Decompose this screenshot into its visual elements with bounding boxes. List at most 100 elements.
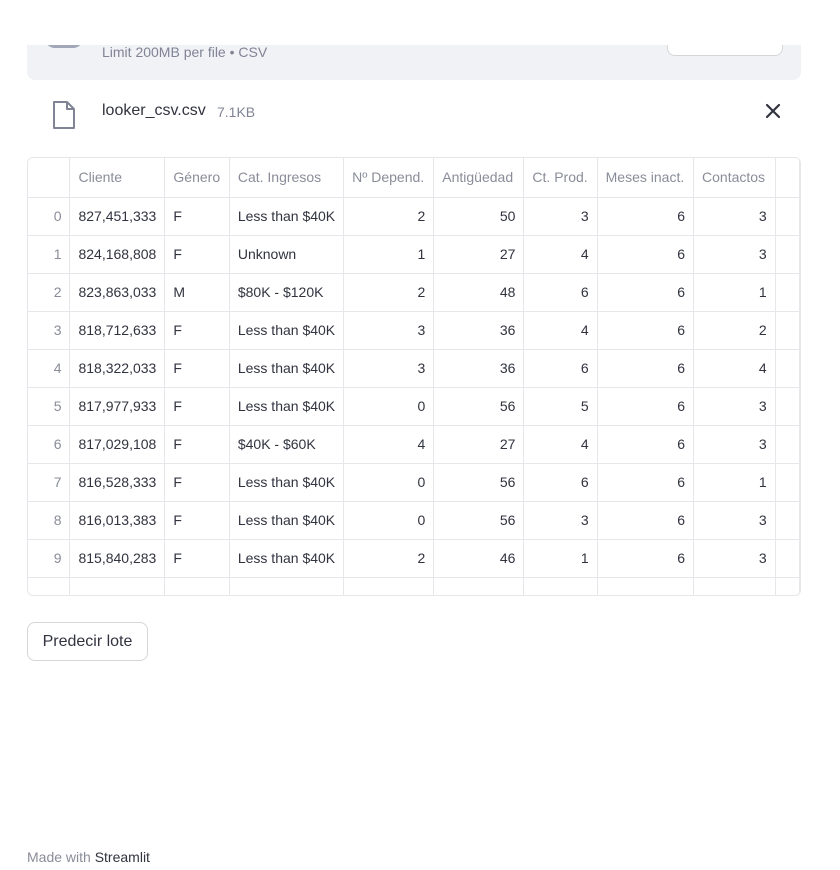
table-cell[interactable]: 2 <box>343 539 435 578</box>
row-index-cell[interactable]: 9 <box>28 539 71 578</box>
table-cell[interactable]: 3 <box>693 539 776 578</box>
table-row[interactable]: 5 817,977,933 F Less than $40K 0 56 5 6 3 <box>28 387 800 426</box>
table-cell[interactable]: 4 <box>693 349 776 388</box>
table-row[interactable]: 6 817,029,108 F $40K - $60K 4 27 4 6 3 <box>28 425 800 464</box>
table-cell[interactable]: $80K - $120K <box>229 273 345 312</box>
table-cell[interactable]: F <box>164 197 230 236</box>
table-cell[interactable]: 27 <box>433 235 525 274</box>
column-header-contactos[interactable]: Contactos <box>693 158 776 198</box>
table-cell[interactable]: 0 <box>343 387 435 426</box>
table-cell[interactable]: F <box>164 235 230 274</box>
table-cell[interactable]: 3 <box>693 235 776 274</box>
table-cell[interactable]: 36 <box>433 311 525 350</box>
table-cell[interactable]: 4 <box>523 235 598 274</box>
column-header-genero[interactable]: Género <box>164 158 230 198</box>
table-cell[interactable]: 816,013,383 <box>69 501 166 540</box>
table-cell[interactable]: 827,451,333 <box>69 197 166 236</box>
table-cell[interactable]: 3 <box>523 197 598 236</box>
data-table[interactable]: Cliente Género Cat. Ingresos Nº Depend. … <box>27 157 801 596</box>
table-cell[interactable]: 4 <box>343 425 435 464</box>
streamlit-link[interactable]: Streamlit <box>95 849 150 865</box>
table-cell[interactable]: Less than $40K <box>229 197 345 236</box>
table-cell[interactable]: F <box>164 463 230 502</box>
row-index-cell[interactable]: 0 <box>28 197 71 236</box>
table-cell[interactable]: 3 <box>693 197 776 236</box>
table-cell[interactable]: 3 <box>343 311 435 350</box>
table-cell[interactable]: Less than $40K <box>229 387 345 426</box>
column-header-ct-prod[interactable]: Ct. Prod. <box>523 158 598 198</box>
table-cell[interactable]: F <box>164 539 230 578</box>
table-cell[interactable]: F <box>164 311 230 350</box>
table-cell[interactable]: 1 <box>523 539 598 578</box>
table-cell[interactable]: 56 <box>433 501 525 540</box>
table-cell[interactable]: 4 <box>523 311 598 350</box>
table-cell[interactable]: 817,977,933 <box>69 387 166 426</box>
table-cell[interactable]: 5 <box>523 387 598 426</box>
table-row[interactable]: 1 824,168,808 F Unknown 1 27 4 6 3 <box>28 235 800 274</box>
close-icon[interactable] <box>760 98 786 124</box>
table-cell[interactable]: Less than $40K <box>229 349 345 388</box>
table-cell[interactable]: 6 <box>597 235 695 274</box>
row-index-cell[interactable]: 4 <box>28 349 71 388</box>
table-cell[interactable]: 36 <box>433 349 525 388</box>
table-cell[interactable]: 6 <box>597 311 695 350</box>
table-cell[interactable]: 56 <box>433 463 525 502</box>
table-cell[interactable]: 48 <box>433 273 525 312</box>
table-cell[interactable]: 50 <box>433 197 525 236</box>
table-cell[interactable]: 823,863,033 <box>69 273 166 312</box>
table-cell[interactable]: Less than $40K <box>229 463 345 502</box>
table-cell[interactable]: F <box>164 501 230 540</box>
table-cell[interactable]: $40K - $60K <box>229 425 345 464</box>
table-cell[interactable]: 3 <box>693 501 776 540</box>
row-index-cell[interactable]: 3 <box>28 311 71 350</box>
table-cell[interactable]: 6 <box>597 273 695 312</box>
table-cell[interactable]: Unknown <box>229 235 345 274</box>
table-cell[interactable]: 46 <box>433 539 525 578</box>
table-cell[interactable]: Less than $40K <box>229 311 345 350</box>
column-header-cat-ingresos[interactable]: Cat. Ingresos <box>229 158 345 198</box>
table-cell[interactable]: 6 <box>597 387 695 426</box>
column-header-cliente[interactable]: Cliente <box>69 158 166 198</box>
column-header-n-depend[interactable]: Nº Depend. <box>343 158 435 198</box>
row-index-cell[interactable]: 8 <box>28 501 71 540</box>
table-cell[interactable]: 4 <box>523 425 598 464</box>
table-cell[interactable]: 1 <box>343 235 435 274</box>
table-cell[interactable]: Less than $40K <box>229 539 345 578</box>
table-cell[interactable]: 1 <box>693 273 776 312</box>
table-cell[interactable]: 3 <box>693 425 776 464</box>
row-index-cell[interactable]: 6 <box>28 425 71 464</box>
table-cell[interactable]: F <box>164 349 230 388</box>
table-cell[interactable]: 818,712,633 <box>69 311 166 350</box>
row-index-cell[interactable]: 2 <box>28 273 71 312</box>
table-cell[interactable]: 824,168,808 <box>69 235 166 274</box>
column-header-meses-inact[interactable]: Meses inact. <box>597 158 695 198</box>
table-cell[interactable]: 6 <box>597 501 695 540</box>
table-cell[interactable]: 6 <box>597 425 695 464</box>
table-cell[interactable]: 1 <box>693 463 776 502</box>
table-row[interactable]: 8 816,013,383 F Less than $40K 0 56 3 6 3 <box>28 501 800 540</box>
predict-batch-button[interactable]: Predecir lote <box>27 622 148 661</box>
table-cell[interactable]: 56 <box>433 387 525 426</box>
table-row[interactable]: 3 818,712,633 F Less than $40K 3 36 4 6 2 <box>28 311 800 350</box>
column-header-index[interactable] <box>28 158 71 198</box>
table-row[interactable]: 2 823,863,033 M $80K - $120K 2 48 6 6 1 <box>28 273 800 312</box>
table-cell[interactable]: 0 <box>343 463 435 502</box>
table-cell[interactable]: 6 <box>597 349 695 388</box>
table-cell[interactable]: 817,029,108 <box>69 425 166 464</box>
table-cell[interactable]: 815,840,283 <box>69 539 166 578</box>
table-cell[interactable]: 6 <box>523 463 598 502</box>
table-cell[interactable]: 0 <box>343 501 435 540</box>
table-cell[interactable]: 2 <box>343 197 435 236</box>
table-cell[interactable]: F <box>164 387 230 426</box>
row-index-cell[interactable]: 5 <box>28 387 71 426</box>
table-cell[interactable]: 6 <box>597 197 695 236</box>
table-row[interactable]: 0 827,451,333 F Less than $40K 2 50 3 6 3 <box>28 197 800 236</box>
table-cell[interactable]: 3 <box>693 387 776 426</box>
table-row[interactable]: 4 818,322,033 F Less than $40K 3 36 6 6 4 <box>28 349 800 388</box>
table-cell[interactable]: M <box>164 273 230 312</box>
row-index-cell[interactable]: 1 <box>28 235 71 274</box>
table-cell[interactable]: 2 <box>693 311 776 350</box>
table-cell[interactable]: 27 <box>433 425 525 464</box>
table-cell[interactable]: Less than $40K <box>229 501 345 540</box>
table-cell[interactable]: 6 <box>523 273 598 312</box>
